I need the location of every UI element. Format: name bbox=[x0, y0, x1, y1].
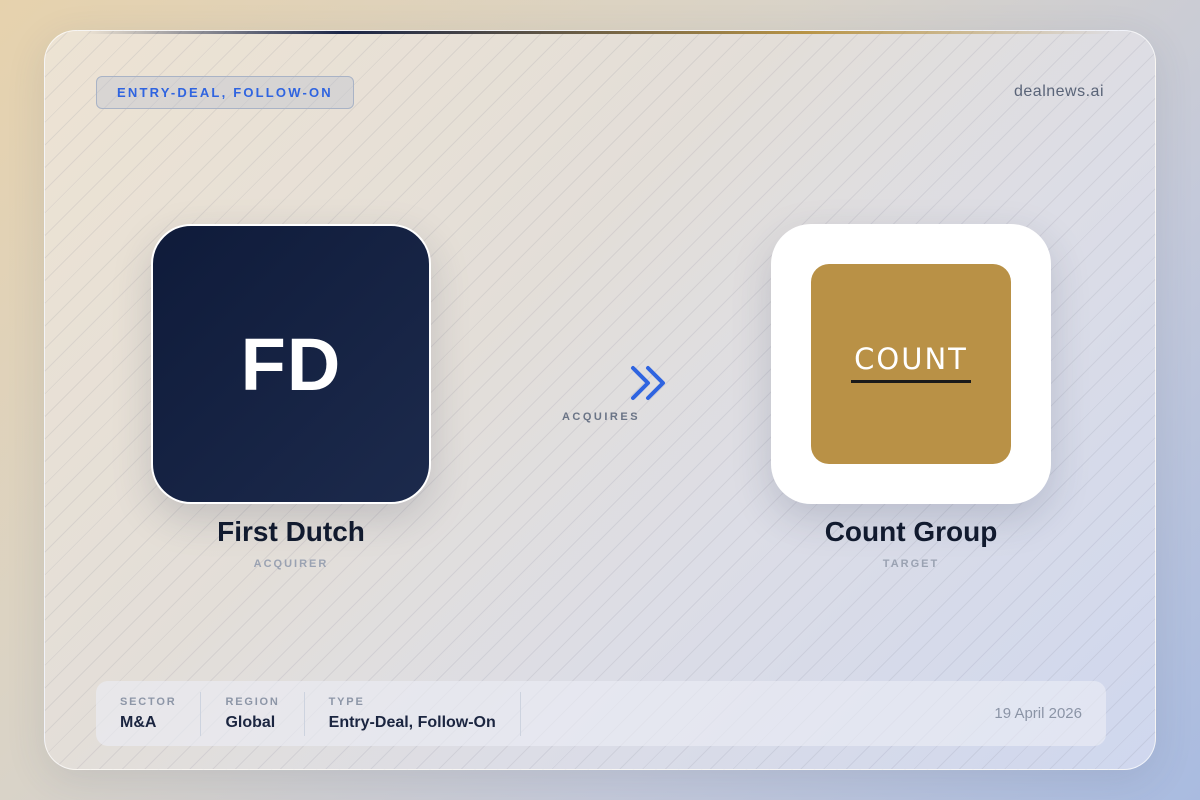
meta-region-value: Global bbox=[225, 713, 276, 731]
target-role: TARGET bbox=[882, 558, 940, 570]
target-logo-tile: COUNT bbox=[811, 264, 1011, 464]
acquirer-role: ACQUIRER bbox=[253, 558, 329, 570]
acquires-relation: ACQUIRES bbox=[519, 361, 683, 441]
meta-type-label: TYPE bbox=[328, 695, 365, 708]
target-logo-text: COUNT bbox=[854, 342, 968, 376]
double-chevron-arrow-icon bbox=[519, 366, 671, 400]
meta-sector: SECTOR M&A bbox=[120, 691, 202, 736]
meta-region-label: REGION bbox=[225, 695, 280, 708]
meta-sector-value: M&A bbox=[120, 713, 157, 731]
meta-type: TYPE Entry-Deal, Follow-On bbox=[328, 691, 521, 736]
meta-sector-label: SECTOR bbox=[120, 695, 177, 708]
deal-date: 19 April 2026 bbox=[994, 705, 1082, 722]
top-accent-bar bbox=[85, 31, 1115, 34]
deal-meta-footer: SECTOR M&A REGION Global TYPE Entry-Deal… bbox=[96, 681, 1106, 746]
target-logo-underline bbox=[851, 380, 971, 383]
target-name: Count Group bbox=[824, 516, 998, 547]
brand-link[interactable]: dealnews.ai bbox=[1014, 83, 1104, 101]
acquirer-logo-text: FD bbox=[240, 322, 342, 406]
target-panel: COUNT Count Group TARGET bbox=[771, 224, 1051, 570]
acquirer-panel: FD First Dutch ACQUIRER bbox=[151, 224, 431, 570]
acquirer-name: First Dutch bbox=[217, 516, 365, 547]
target-logo: COUNT bbox=[771, 224, 1051, 504]
deal-type-badge: ENTRY-DEAL, FOLLOW-ON bbox=[96, 76, 354, 109]
acquires-label: ACQUIRES bbox=[561, 411, 641, 423]
deal-card: ENTRY-DEAL, FOLLOW-ON dealnews.ai FD Fir… bbox=[44, 30, 1156, 770]
acquirer-logo: FD bbox=[151, 224, 431, 504]
meta-region: REGION Global bbox=[225, 691, 305, 736]
meta-type-value: Entry-Deal, Follow-On bbox=[328, 713, 496, 731]
